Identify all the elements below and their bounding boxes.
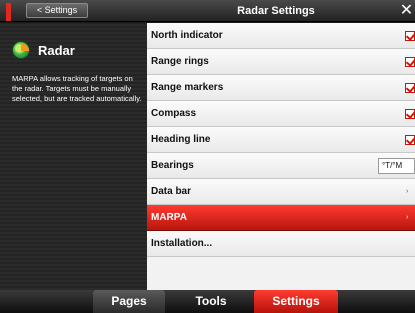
bottom-nav: Pages Tools Settings bbox=[0, 290, 415, 313]
info-panel: Radar MARPA allows tracking of targets o… bbox=[0, 23, 147, 290]
setting-range-markers[interactable]: Range markers bbox=[147, 75, 415, 101]
settings-list: North indicator Range rings Range marker… bbox=[147, 23, 415, 290]
setting-label: Range rings bbox=[151, 56, 209, 67]
setting-installation[interactable]: Installation... bbox=[147, 231, 415, 257]
checkbox-checked-icon[interactable] bbox=[405, 57, 415, 67]
back-button[interactable]: < Settings bbox=[26, 3, 88, 18]
chevron-right-icon: › bbox=[406, 188, 409, 195]
setting-label: Compass bbox=[151, 108, 197, 119]
setting-north-indicator[interactable]: North indicator bbox=[147, 23, 415, 49]
radar-icon bbox=[12, 41, 30, 59]
setting-label: Installation... bbox=[151, 238, 213, 249]
panel-title: Radar bbox=[38, 42, 75, 58]
setting-compass[interactable]: Compass bbox=[147, 101, 415, 127]
red-indicator bbox=[6, 3, 11, 21]
setting-data-bar[interactable]: Data bar › bbox=[147, 179, 415, 205]
chevron-right-icon: › bbox=[406, 214, 409, 221]
setting-marpa[interactable]: MARPA › bbox=[147, 205, 415, 231]
panel-header: Radar bbox=[12, 39, 75, 61]
title-bar: < Settings Radar Settings ✕ bbox=[0, 0, 415, 22]
bearings-dropdown[interactable]: °T/°M bbox=[378, 158, 415, 174]
setting-label: MARPA bbox=[151, 212, 187, 223]
checkbox-checked-icon[interactable] bbox=[405, 135, 415, 145]
setting-heading-line[interactable]: Heading line bbox=[147, 127, 415, 153]
tab-pages[interactable]: Pages bbox=[93, 290, 165, 313]
setting-label: Heading line bbox=[151, 134, 211, 145]
setting-label: Range markers bbox=[151, 82, 224, 93]
checkbox-checked-icon[interactable] bbox=[405, 109, 415, 119]
panel-description: MARPA allows tracking of targets on the … bbox=[12, 74, 142, 103]
checkbox-checked-icon[interactable] bbox=[405, 31, 415, 41]
tab-tools[interactable]: Tools bbox=[170, 290, 252, 313]
tab-settings[interactable]: Settings bbox=[254, 290, 338, 313]
setting-label: Bearings bbox=[151, 160, 194, 171]
checkbox-checked-icon[interactable] bbox=[405, 83, 415, 93]
page-title: Radar Settings bbox=[237, 5, 315, 17]
setting-label: North indicator bbox=[151, 30, 223, 41]
setting-bearings[interactable]: Bearings °T/°M bbox=[147, 153, 415, 179]
close-icon[interactable]: ✕ bbox=[398, 1, 415, 21]
setting-label: Data bar bbox=[151, 186, 192, 197]
setting-range-rings[interactable]: Range rings bbox=[147, 49, 415, 75]
